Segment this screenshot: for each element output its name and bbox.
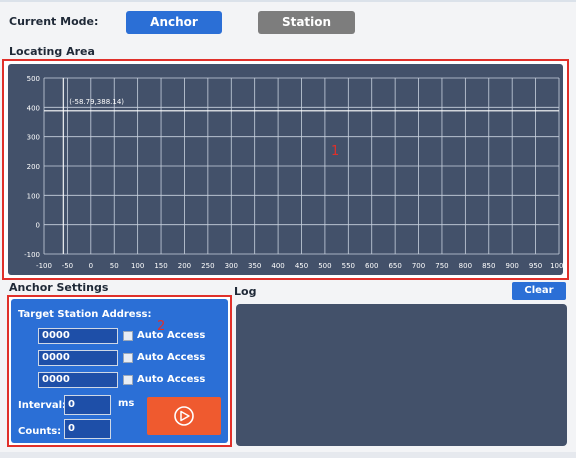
x-tick-label: 600 [365,262,378,270]
y-tick-label: 300 [27,134,40,142]
log-title: Log [234,285,257,298]
y-tick-label: -100 [24,251,40,259]
auto-access-label-2: Auto Access [137,352,206,363]
y-tick-label: 200 [27,163,40,171]
y-tick-label: 400 [27,104,40,112]
x-tick-label: 750 [435,262,448,270]
x-tick-label: 300 [225,262,238,270]
address-input-3[interactable]: 0000 [38,372,118,388]
anchor-settings-title: Anchor Settings [9,281,109,294]
x-tick-label: 0 [89,262,93,270]
x-tick-label: -100 [36,262,52,270]
address-input-2[interactable]: 0000 [38,350,118,366]
bottom-strip [0,452,576,458]
y-tick-label: 100 [27,192,40,200]
auto-access-checkbox-1[interactable] [123,331,133,341]
locating-chart: -100 -50 0 50 100 150 200 250 300 350 400 450 500 550… [24,75,563,270]
top-divider [0,0,576,2]
address-input-1[interactable]: 0000 [38,328,118,344]
x-tick-label: 250 [201,262,214,270]
play-circle-icon [174,406,194,426]
interval-input[interactable]: 0 [64,395,111,415]
x-tick-label: 400 [271,262,284,270]
start-button[interactable] [147,397,221,435]
y-tick-label: 0 [36,222,40,230]
station-mode-button[interactable]: Station [258,11,355,34]
x-tick-label: 900 [505,262,518,270]
auto-access-label-1: Auto Access [137,330,206,341]
x-tick-label: 350 [248,262,261,270]
x-tick-label: 50 [110,262,119,270]
interval-label: Interval: [18,400,67,411]
locating-area-plot[interactable]: -100 -50 0 50 100 150 200 250 300 350 400 450 500 550… [8,64,563,275]
auto-access-label-3: Auto Access [137,374,206,385]
x-tick-label: 800 [459,262,472,270]
target-station-label: Target Station Address: [18,309,152,320]
counts-input[interactable]: 0 [64,419,111,439]
interval-unit: ms [118,398,135,409]
x-tick-label: 1000 [550,262,563,270]
x-tick-label: 200 [178,262,191,270]
x-tick-label: -50 [62,262,73,270]
area-marker-number: 1 [331,144,340,159]
y-tick-label: 500 [27,75,40,83]
counts-label: Counts: [18,426,62,437]
clear-log-button[interactable]: Clear [512,282,566,300]
x-tick-label: 850 [482,262,495,270]
x-tick-label: 100 [131,262,144,270]
anchor-settings-panel: Target Station Address: 2 0000 Auto Acce… [11,299,228,443]
x-tick-label: 950 [529,262,542,270]
anchor-settings-highlight: Target Station Address: 2 0000 Auto Acce… [7,295,232,447]
x-tick-label: 700 [412,262,425,270]
auto-access-checkbox-3[interactable] [123,375,133,385]
log-panel[interactable] [236,304,567,446]
x-tick-label: 500 [318,262,331,270]
auto-access-checkbox-2[interactable] [123,353,133,363]
coordinate-readout: (-58.79,388.14) [69,98,124,106]
x-tick-label: 150 [154,262,167,270]
x-tick-label: 650 [388,262,401,270]
locating-area-highlight: -100 -50 0 50 100 150 200 250 300 350 400 450 500 550… [2,59,569,280]
anchor-mode-button[interactable]: Anchor [126,11,222,34]
locating-area-title: Locating Area [9,45,95,58]
x-tick-label: 450 [295,262,308,270]
current-mode-label: Current Mode: [9,15,99,28]
x-tick-label: 550 [342,262,355,270]
